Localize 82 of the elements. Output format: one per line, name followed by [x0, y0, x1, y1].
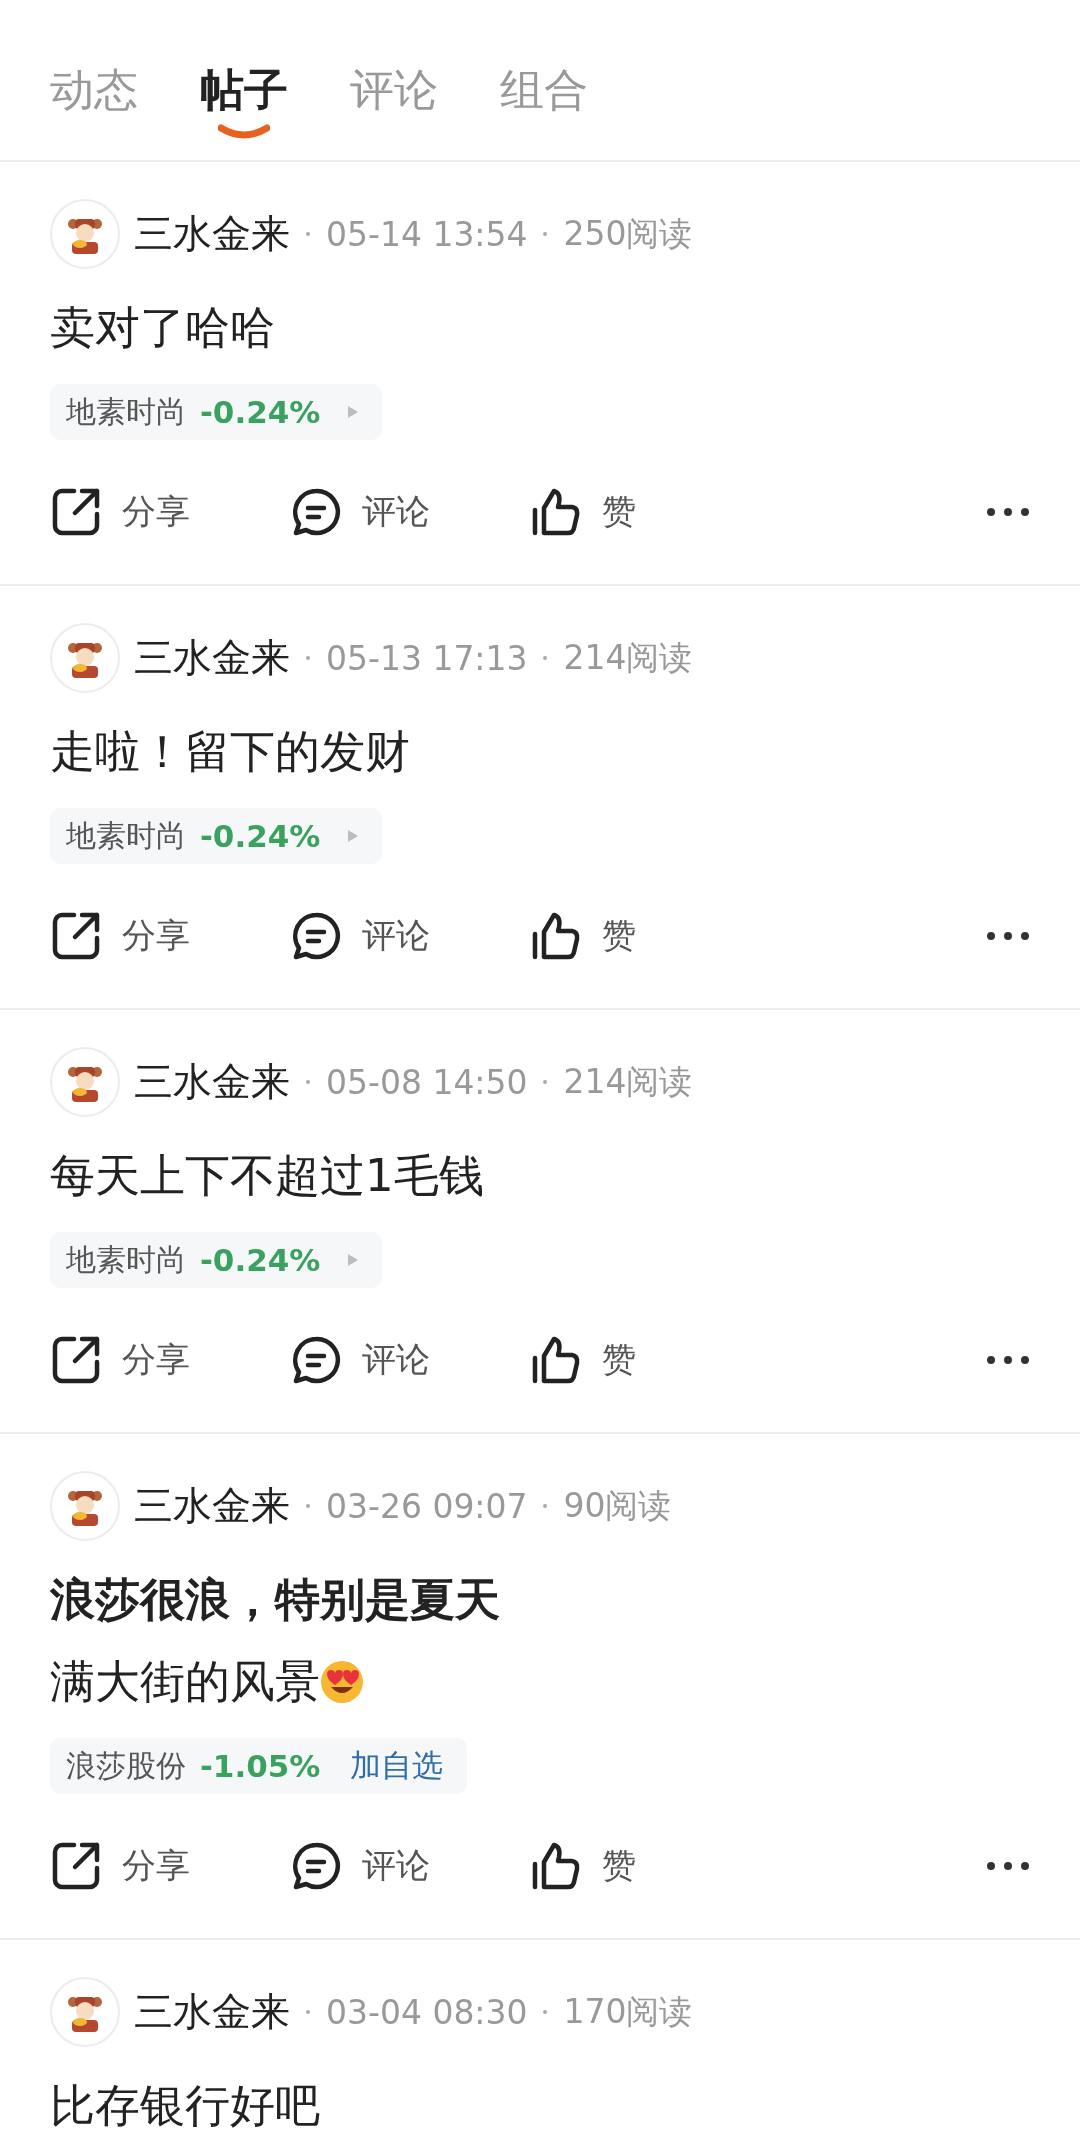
post-time: 05-13 17:13	[326, 638, 528, 678]
action-label[interactable]: 评论	[362, 1843, 430, 1889]
triangle-icon	[348, 830, 359, 842]
stock-change: -0.24%	[200, 1242, 321, 1278]
separator-dot-icon	[543, 1080, 548, 1084]
separator-dot-icon	[543, 1504, 548, 1508]
stock-change: -0.24%	[200, 818, 321, 854]
stock-name: 浪莎股份	[66, 1746, 186, 1785]
action-label[interactable]: 评论	[362, 489, 430, 535]
stock-tag[interactable]: 地素时尚 -0.24%	[50, 808, 383, 864]
read-count: 214阅读	[563, 1060, 693, 1103]
read-count: 90阅读	[563, 1484, 672, 1527]
triangle-icon	[348, 406, 359, 418]
share-icon[interactable]	[50, 1840, 102, 1892]
action-label[interactable]: 评论	[362, 913, 430, 959]
avatar-icon[interactable]	[50, 1977, 120, 2047]
stock-tag[interactable]: 地素时尚 -0.24%	[50, 384, 383, 440]
read-count: 170阅读	[563, 1990, 693, 2033]
separator-dot-icon	[543, 232, 548, 236]
separator-dot-icon	[306, 1080, 310, 1084]
action-label[interactable]: 分享	[122, 1843, 190, 1889]
stock-name: 地素时尚	[66, 392, 186, 431]
avatar-icon[interactable]	[50, 1471, 120, 1541]
thumbs-up-icon[interactable]	[530, 1334, 582, 1386]
post-time: 05-08 14:50	[326, 1062, 528, 1102]
action-label[interactable]: 赞	[602, 1337, 636, 1383]
post-title[interactable]: 走啦！留下的发财	[50, 722, 1030, 782]
thumbs-up-icon[interactable]	[530, 910, 582, 962]
separator-dot-icon	[306, 1504, 310, 1508]
add-watchlist-link[interactable]: 加自选	[350, 1745, 444, 1787]
avatar-icon[interactable]	[50, 623, 120, 693]
post-title[interactable]: 卖对了哈哈	[50, 298, 1030, 358]
stock-tag[interactable]: 浪莎股份 -1.05% 加自选	[50, 1738, 468, 1794]
separator-dot-icon	[306, 232, 310, 236]
read-count: 250阅读	[563, 212, 693, 255]
avatar-icon[interactable]	[50, 1047, 120, 1117]
post-title[interactable]: 每天上下不超过1毛钱	[50, 1146, 1030, 1206]
action-label[interactable]: 分享	[122, 1337, 190, 1383]
stock-change: -0.24%	[200, 394, 321, 430]
action-label[interactable]: 赞	[602, 913, 636, 959]
separator-dot-icon	[306, 2010, 310, 2014]
author-name[interactable]: 三水金来	[134, 1985, 290, 2039]
tab[interactable]: 帖子	[200, 62, 288, 118]
post-time: 03-04 08:30	[326, 1992, 528, 2032]
tab-indicator	[218, 124, 270, 140]
comment-icon[interactable]	[290, 1840, 342, 1892]
more-icon[interactable]	[986, 1355, 1030, 1365]
read-count: 214阅读	[563, 636, 693, 679]
separator-dot-icon	[543, 656, 548, 660]
author-name[interactable]: 三水金来	[134, 1055, 290, 1109]
post-title[interactable]: 比存银行好吧	[50, 2076, 1030, 2133]
comment-icon[interactable]	[290, 910, 342, 962]
more-icon[interactable]	[986, 1861, 1030, 1871]
post-time: 05-14 13:54	[326, 214, 528, 254]
share-icon[interactable]	[50, 910, 102, 962]
thumbs-up-icon[interactable]	[530, 1840, 582, 1892]
post-title[interactable]: 浪莎很浪，特别是夏天	[50, 1570, 1030, 1630]
action-label[interactable]: 赞	[602, 489, 636, 535]
stock-tag[interactable]: 地素时尚 -0.24%	[50, 1232, 383, 1288]
more-icon[interactable]	[986, 507, 1030, 517]
avatar-icon[interactable]	[50, 199, 120, 269]
separator-dot-icon	[306, 656, 310, 660]
comment-icon[interactable]	[290, 486, 342, 538]
stock-name: 地素时尚	[66, 1240, 186, 1279]
post-text: 满大街的风景	[50, 1654, 320, 1710]
thumbs-up-icon[interactable]	[530, 486, 582, 538]
triangle-icon	[348, 1254, 359, 1266]
action-label[interactable]: 赞	[602, 1843, 636, 1889]
action-label[interactable]: 分享	[122, 913, 190, 959]
share-icon[interactable]	[50, 1334, 102, 1386]
author-name[interactable]: 三水金来	[134, 1479, 290, 1533]
more-icon[interactable]	[986, 931, 1030, 941]
stock-change: -1.05%	[200, 1748, 321, 1784]
author-name[interactable]: 三水金来	[134, 631, 290, 685]
action-label[interactable]: 评论	[362, 1337, 430, 1383]
stock-name: 地素时尚	[66, 816, 186, 855]
separator-dot-icon	[543, 2010, 548, 2014]
share-icon[interactable]	[50, 486, 102, 538]
comment-icon[interactable]	[290, 1334, 342, 1386]
post-time: 03-26 09:07	[326, 1486, 528, 1526]
action-label[interactable]: 分享	[122, 489, 190, 535]
author-name[interactable]: 三水金来	[134, 207, 290, 261]
